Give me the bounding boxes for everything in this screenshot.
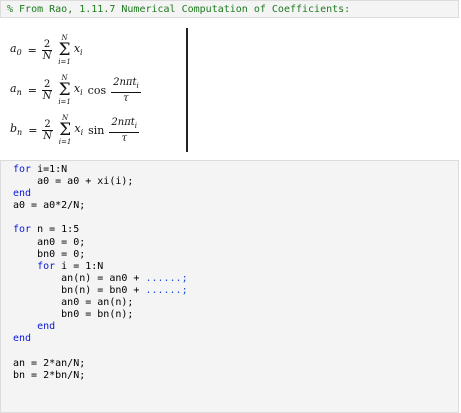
ellipsis: ......; (145, 284, 188, 296)
keyword: for (13, 224, 32, 236)
comment-text: % From Rao, 1.11.7 Numerical Computation… (7, 4, 351, 15)
fraction-argument: 2nπti τ (109, 116, 140, 144)
eq-lhs: bn (10, 122, 23, 138)
eq-function: sin (88, 123, 105, 137)
fraction: 2N (41, 38, 53, 62)
code-line: an = 2*an/N; (13, 357, 86, 369)
eq-term: xi (74, 122, 84, 138)
code-line: i=1:N (31, 164, 68, 175)
equation-bn: bn = 2N N Σi=1 xi sin 2nπti τ (10, 114, 140, 146)
fraction-argument: 2nπti τ (111, 76, 141, 104)
fraction: 2N (41, 78, 53, 102)
code-line: an0 = an(n); (13, 297, 134, 309)
keyword: end (13, 321, 56, 333)
code-line: bn = 2*bn/N; (13, 369, 86, 381)
text-cursor (186, 28, 188, 152)
summation-symbol: N Σi=1 (58, 74, 71, 106)
equation-an: an = 2N N Σi=1 xi cos 2nπti τ (10, 74, 141, 106)
fraction: 2N (42, 118, 53, 142)
equation-a0: a0 = 2N N Σi=1 xi (10, 34, 83, 66)
code-block: for i=1:N a0 = a0 + xi(i); end a0 = a0*2… (13, 164, 188, 382)
eq-lhs: an (10, 82, 22, 98)
code-cell[interactable]: for i=1:N a0 = a0 + xi(i); end a0 = a0*2… (0, 160, 459, 413)
code-line: n = 1:5 (31, 224, 80, 236)
keyword: for (13, 164, 32, 175)
keyword: for (13, 260, 56, 272)
code-line: bn0 = 0; (13, 248, 86, 260)
ellipsis: ......; (145, 272, 188, 284)
comment-cell[interactable]: % From Rao, 1.11.7 Numerical Computation… (0, 0, 459, 18)
eq-term: xi (73, 82, 83, 98)
equations-block: a0 = 2N N Σi=1 xi an = 2N N Σi=1 xi cos 2n… (0, 22, 461, 154)
summation-symbol: N Σi=1 (58, 114, 72, 146)
eq-lhs: a0 (10, 42, 22, 58)
code-line: a0 = a0*2/N; (13, 200, 86, 212)
keyword: end (13, 188, 32, 200)
eq-term: xi (73, 42, 83, 58)
code-line: i = 1:N (55, 260, 104, 272)
eq-function: cos (87, 83, 107, 97)
keyword: end (13, 333, 32, 345)
code-line: a0 = a0 + xi(i); (13, 176, 134, 188)
code-line: an(n) = an0 + (13, 272, 146, 284)
code-line: an0 = 0; (13, 236, 86, 248)
summation-symbol: N Σi=1 (58, 34, 71, 66)
code-line: bn(n) = bn0 + (13, 284, 146, 296)
code-line: bn0 = bn(n); (13, 309, 134, 321)
